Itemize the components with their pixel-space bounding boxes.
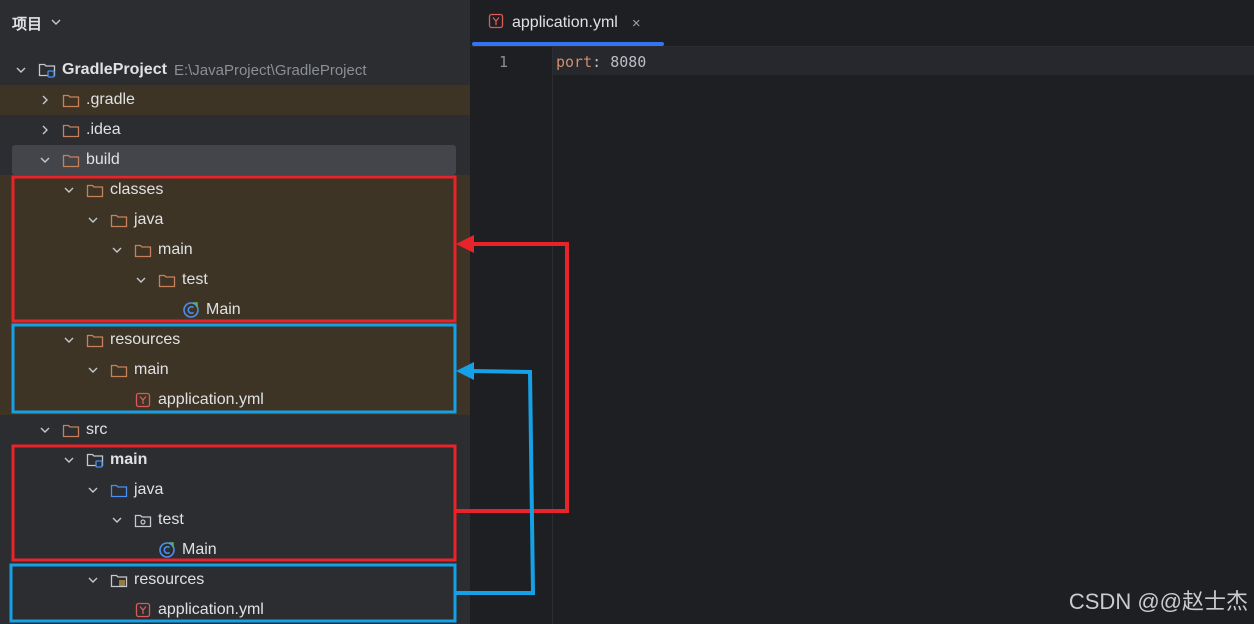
tree-item-build[interactable]: build (0, 145, 470, 175)
folder-icon (62, 152, 80, 168)
chevron-down-icon[interactable] (134, 273, 148, 287)
tree-item-label: test (158, 511, 184, 528)
tree-item-label: .gradle (86, 91, 135, 108)
close-icon[interactable]: × (632, 15, 641, 32)
yaml-file-icon (488, 13, 504, 34)
tree-item-label: GradleProject (62, 61, 167, 78)
tree-item-main[interactable]: Main (0, 535, 470, 565)
line-number-gutter: 1 (470, 47, 553, 624)
yaml-key: port (556, 53, 593, 71)
tree-item-label: Main (206, 301, 241, 318)
resources-folder-icon (110, 572, 128, 588)
editor-area: application.yml × 1 port: 8080 CSDN @@赵士… (470, 0, 1254, 624)
tree-item-main[interactable]: main (0, 445, 470, 475)
tree-item-test[interactable]: test (0, 505, 470, 535)
tree-item-label: resources (110, 331, 181, 348)
yaml-value: 8080 (610, 53, 647, 71)
project-path: E:\JavaProject\GradleProject (173, 61, 367, 79)
chevron-down-icon[interactable] (62, 183, 76, 197)
line-number: 1 (499, 53, 509, 71)
tree-item-src[interactable]: src (0, 415, 470, 445)
editor-tab-bar: application.yml × (470, 0, 1254, 47)
module-folder-icon (38, 62, 56, 78)
project-tool-window: 项目 GradleProject E:\JavaProject\GradlePro… (0, 0, 470, 624)
folder-icon (86, 332, 104, 348)
tab-label: application.yml (512, 14, 618, 31)
tree-item-label: src (86, 421, 108, 438)
project-panel-header[interactable]: 项目 (12, 10, 62, 36)
project-panel-title: 项目 (12, 15, 43, 33)
tree-item-label: main (158, 241, 193, 258)
yaml-file-icon (134, 392, 152, 408)
tree-item-resources[interactable]: resources (0, 325, 470, 355)
compiled-class-icon (182, 302, 200, 318)
chevron-down-icon[interactable] (62, 333, 76, 347)
folder-icon (62, 92, 80, 108)
tree-item-label: classes (110, 181, 164, 198)
chevron-down-icon[interactable] (86, 483, 100, 497)
chevron-down-icon[interactable] (62, 453, 76, 467)
yaml-separator: : (592, 53, 611, 71)
tree-item-application-yml[interactable]: application.yml (0, 595, 470, 624)
tree-item-label: .idea (86, 121, 121, 138)
tree-item-label: Main (182, 541, 217, 558)
folder-icon (86, 182, 104, 198)
tree-item-label: application.yml (158, 391, 264, 408)
chevron-down-icon[interactable] (38, 423, 52, 437)
tree-item-resources[interactable]: resources (0, 565, 470, 595)
active-tab-indicator (472, 42, 664, 46)
tree-item-label: resources (134, 571, 205, 588)
chevron-down-icon[interactable] (50, 16, 62, 31)
chevron-right-icon[interactable] (38, 93, 52, 107)
tree-item-label: test (182, 271, 208, 288)
tree-item-test[interactable]: test (0, 265, 470, 295)
tree-item-java[interactable]: java (0, 475, 470, 505)
compiled-class-icon (158, 542, 176, 558)
tree-item-main[interactable]: main (0, 355, 470, 385)
folder-icon (62, 122, 80, 138)
chevron-right-icon[interactable] (38, 123, 52, 137)
folder-icon (110, 212, 128, 228)
source-folder-icon (110, 482, 128, 498)
tree-item-application-yml[interactable]: application.yml (0, 385, 470, 415)
tree-item-label: application.yml (158, 601, 264, 618)
chevron-down-icon[interactable] (86, 363, 100, 377)
folder-icon (62, 422, 80, 438)
chevron-down-icon[interactable] (14, 63, 28, 77)
chevron-down-icon[interactable] (110, 513, 124, 527)
chevron-down-icon[interactable] (110, 243, 124, 257)
tree-item-gradle[interactable]: .gradle (0, 85, 470, 115)
code-line[interactable]: port: 8080 (556, 53, 646, 71)
current-line-highlight (553, 47, 1254, 75)
tree-item-main[interactable]: main (0, 235, 470, 265)
chevron-down-icon[interactable] (86, 573, 100, 587)
chevron-down-icon[interactable] (86, 213, 100, 227)
chevron-down-icon[interactable] (38, 153, 52, 167)
package-icon (134, 512, 152, 528)
yaml-file-icon (134, 602, 152, 618)
folder-icon (110, 362, 128, 378)
tree-item-label: main (110, 451, 148, 468)
tree-item-label: build (86, 151, 120, 168)
tree-item-gradleproject[interactable]: GradleProject E:\JavaProject\GradleProjec… (0, 55, 470, 85)
tree-item-idea[interactable]: .idea (0, 115, 470, 145)
tree-item-label: main (134, 361, 169, 378)
folder-icon (134, 242, 152, 258)
tab-application-yml[interactable]: application.yml × (472, 0, 664, 46)
tree-item-main[interactable]: Main (0, 295, 470, 325)
tree-item-label: java (134, 481, 164, 498)
tree-item-label: java (134, 211, 164, 228)
tree-item-classes[interactable]: classes (0, 175, 470, 205)
tree-item-java[interactable]: java (0, 205, 470, 235)
watermark: CSDN @@赵士杰 (1068, 589, 1248, 614)
source-module-folder-icon (86, 452, 104, 468)
folder-icon (158, 272, 176, 288)
